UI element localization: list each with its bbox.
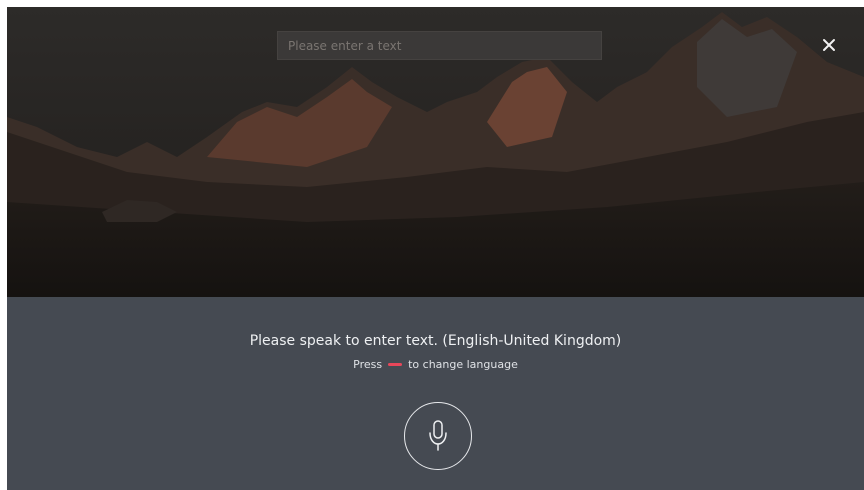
search-input[interactable] bbox=[277, 31, 602, 60]
press-label: Press bbox=[353, 358, 383, 371]
red-key-icon bbox=[388, 362, 403, 366]
voice-prompt-text: Please speak to enter text. (English-Uni… bbox=[249, 333, 622, 349]
change-language-label: to change language bbox=[408, 358, 518, 371]
close-button[interactable] bbox=[818, 34, 840, 56]
close-icon bbox=[823, 39, 835, 51]
language-hint: Press to change language bbox=[7, 358, 864, 371]
voice-input-panel: Please speak to enter text. (English-Uni… bbox=[7, 297, 864, 490]
microphone-icon bbox=[429, 420, 447, 451]
voice-input-screen: Please speak to enter text. (English-Uni… bbox=[7, 7, 864, 490]
microphone-button[interactable] bbox=[404, 402, 472, 470]
